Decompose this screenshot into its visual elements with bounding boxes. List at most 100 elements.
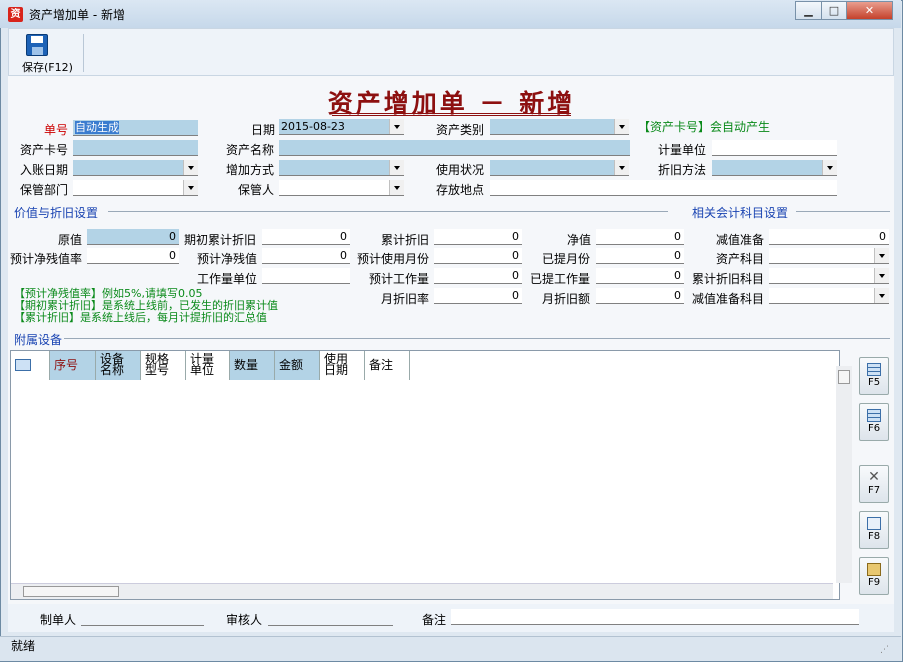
monthly-amount-field[interactable]: 0 xyxy=(596,288,684,304)
workload-done-field[interactable]: 0 xyxy=(596,268,684,284)
est-workload-label: 预计工作量 xyxy=(369,272,430,286)
chevron-down-icon[interactable] xyxy=(389,160,404,175)
copy-row-button[interactable]: F8 xyxy=(859,511,889,549)
checker-field[interactable] xyxy=(268,610,393,626)
chevron-down-icon[interactable] xyxy=(874,288,889,303)
depr-account-select[interactable] xyxy=(769,268,889,284)
insert-row-key: F6 xyxy=(867,423,881,434)
workload-unit-label: 工作量单位 xyxy=(197,272,258,286)
est-residual-field[interactable]: 0 xyxy=(262,248,350,264)
measure-unit-field[interactable] xyxy=(712,140,837,156)
toolbar xyxy=(8,28,894,76)
impairment-field[interactable]: 0 xyxy=(769,229,889,245)
maker-field[interactable] xyxy=(81,610,204,626)
footer-remark-label: 备注 xyxy=(422,613,447,627)
app-icon: 资 xyxy=(8,7,23,22)
attached-equipment-grid[interactable] xyxy=(10,350,840,600)
chevron-down-icon[interactable] xyxy=(874,268,889,283)
paste-row-key: F9 xyxy=(867,577,881,588)
residual-rate-label: 预计净残值率 xyxy=(10,252,83,266)
paste-row-button[interactable]: F9 xyxy=(859,557,889,595)
chevron-down-icon[interactable] xyxy=(822,160,837,175)
net-value-label: 净值 xyxy=(567,233,592,247)
add-row-button[interactable]: F5 xyxy=(859,357,889,395)
copy-icon xyxy=(867,517,881,530)
scroll-thumb[interactable] xyxy=(23,586,119,597)
workload-done-label: 已提工作量 xyxy=(530,272,591,286)
custodian-select[interactable] xyxy=(279,180,404,196)
section-divider xyxy=(796,211,890,212)
chevron-down-icon[interactable] xyxy=(183,160,198,175)
asset-account-label: 资产科目 xyxy=(716,252,765,266)
save-button-label: 保存(F12) xyxy=(22,61,73,74)
grid-col-remark[interactable]: 备注 xyxy=(365,351,410,380)
date-field[interactable]: 2015-08-23 xyxy=(279,119,404,135)
attached-section-title: 附属设备 xyxy=(14,333,63,347)
est-months-field[interactable]: 0 xyxy=(434,248,522,264)
date-value: 2015-08-23 xyxy=(281,120,345,133)
entry-date-label: 入账日期 xyxy=(20,163,69,177)
section-divider xyxy=(64,338,890,339)
add-method-select[interactable] xyxy=(279,160,404,176)
account-section-title: 相关会计科目设置 xyxy=(692,206,789,220)
entry-date-field[interactable] xyxy=(73,160,198,176)
accum-depr-field[interactable]: 0 xyxy=(434,229,522,245)
chevron-down-icon[interactable] xyxy=(389,119,404,134)
maximize-button[interactable]: □ xyxy=(821,1,847,20)
original-value-field[interactable]: 0 xyxy=(87,229,179,245)
window-title: 资产增加单 - 新增 xyxy=(29,8,125,22)
grid-col-use-date[interactable]: 使用 日期 xyxy=(320,351,365,380)
grid-horizontal-scrollbar[interactable] xyxy=(11,583,833,599)
chevron-down-icon[interactable] xyxy=(183,180,198,195)
workload-unit-field[interactable] xyxy=(262,268,350,284)
est-workload-field[interactable]: 0 xyxy=(434,268,522,284)
location-label: 存放地点 xyxy=(436,183,485,197)
grid-col-device-name[interactable]: 设备 名称 xyxy=(96,351,141,380)
depr-method-select[interactable] xyxy=(712,160,837,176)
title-underline xyxy=(332,115,571,116)
est-months-label: 预计使用月份 xyxy=(357,252,430,266)
asset-category-select[interactable] xyxy=(490,119,629,135)
grid-col-qty[interactable]: 数量 xyxy=(230,351,275,380)
asset-account-select[interactable] xyxy=(769,248,889,264)
residual-rate-field[interactable]: 0 xyxy=(87,248,179,264)
minimize-button[interactable]: ▁ xyxy=(795,1,822,20)
months-depr-field[interactable]: 0 xyxy=(596,248,684,264)
measure-unit-label: 计量单位 xyxy=(658,143,707,157)
grid-vertical-scrollbar[interactable] xyxy=(836,366,852,583)
scroll-thumb[interactable] xyxy=(838,370,850,384)
grid-col-spec[interactable]: 规格 型号 xyxy=(141,351,186,380)
checker-label: 审核人 xyxy=(226,613,263,627)
delete-row-button[interactable]: ✕ F7 xyxy=(859,465,889,503)
footer-remark-field[interactable] xyxy=(451,609,859,625)
monthly-rate-field[interactable]: 0 xyxy=(434,288,522,304)
grid-select-all-icon[interactable] xyxy=(11,351,50,380)
grid-col-amount[interactable]: 金额 xyxy=(275,351,320,380)
date-label: 日期 xyxy=(251,123,276,137)
table-add-icon xyxy=(867,363,881,376)
doc-no-field[interactable]: 自动生成 xyxy=(73,120,198,136)
grid-col-seq[interactable]: 序号 xyxy=(50,351,96,380)
chevron-down-icon[interactable] xyxy=(874,248,889,263)
close-button[interactable]: ✕ xyxy=(846,1,893,20)
insert-row-button[interactable]: F6 xyxy=(859,403,889,441)
use-status-select[interactable] xyxy=(490,160,629,176)
chevron-down-icon[interactable] xyxy=(614,160,629,175)
net-value-field[interactable]: 0 xyxy=(596,229,684,245)
auto-card-note: 【资产卡号】会自动产生 xyxy=(638,120,771,134)
impair-account-select[interactable] xyxy=(769,288,889,304)
chevron-down-icon[interactable] xyxy=(389,180,404,195)
asset-category-label: 资产类别 xyxy=(436,123,485,137)
impair-account-label: 减值准备科目 xyxy=(692,292,765,306)
asset-name-field[interactable] xyxy=(279,140,630,156)
opening-depr-field[interactable]: 0 xyxy=(262,229,350,245)
floppy-disk-icon xyxy=(26,34,48,56)
monthly-rate-label: 月折旧率 xyxy=(381,292,430,306)
chevron-down-icon[interactable] xyxy=(614,119,629,134)
asset-card-field[interactable] xyxy=(73,140,198,156)
grid-col-unit[interactable]: 计量 单位 xyxy=(186,351,230,380)
resize-grip-icon[interactable]: ⋰ xyxy=(880,645,889,655)
delete-x-icon: ✕ xyxy=(868,469,880,485)
custody-dept-select[interactable] xyxy=(73,180,198,196)
location-field[interactable] xyxy=(490,180,837,196)
